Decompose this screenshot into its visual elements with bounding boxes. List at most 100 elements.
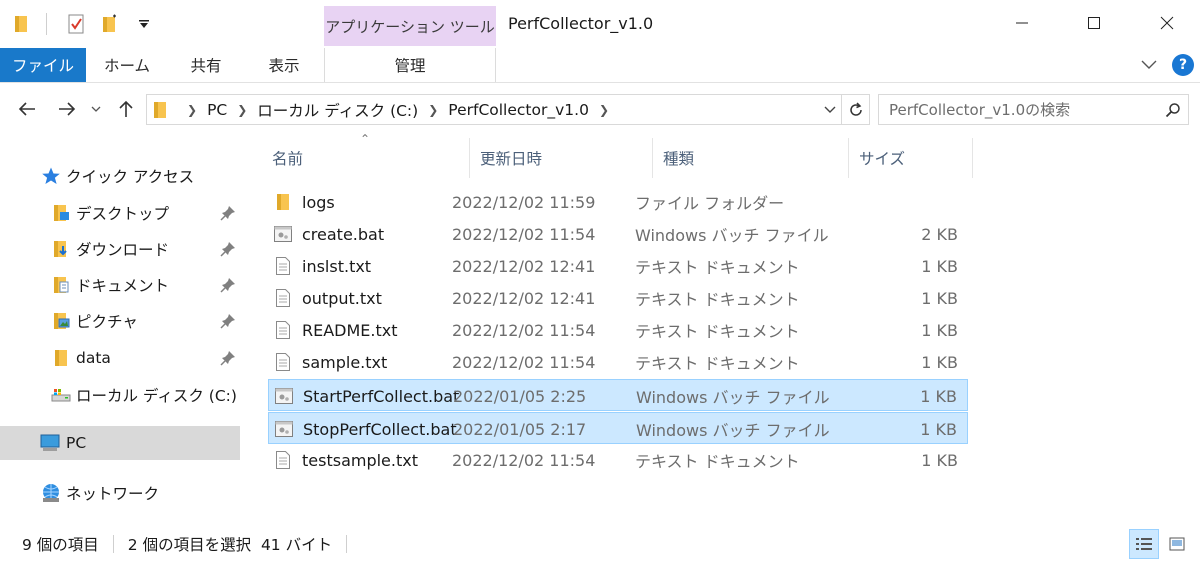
file-row[interactable]: create.bat 2022/12/02 11:54 Windows バッチ … bbox=[268, 218, 968, 250]
breadcrumb: ❯ PC ❯ ローカル ディスク (C:) ❯ PerfCollector_v1… bbox=[147, 99, 819, 121]
file-row[interactable]: inslst.txt 2022/12/02 12:41 テキスト ドキュメント … bbox=[268, 250, 968, 282]
file-row[interactable]: logs 2022/12/02 11:59 ファイル フォルダー bbox=[268, 186, 968, 218]
details-view-icon[interactable] bbox=[1129, 529, 1159, 559]
file-name: inslst.txt bbox=[302, 256, 372, 276]
nav-data[interactable]: data bbox=[0, 341, 240, 375]
expand-ribbon-chevron-icon[interactable] bbox=[1138, 50, 1160, 80]
help-icon[interactable]: ? bbox=[1172, 54, 1194, 76]
file-name-cell: create.bat bbox=[272, 218, 384, 250]
window-title: PerfCollector_v1.0 bbox=[508, 14, 654, 33]
search-icon[interactable] bbox=[1158, 102, 1188, 118]
file-date: 2022/12/02 12:41 bbox=[452, 288, 596, 308]
file-date: 2022/12/02 11:59 bbox=[452, 192, 596, 212]
file-name-cell: README.txt bbox=[272, 314, 398, 346]
file-row[interactable]: sample.txt 2022/12/02 11:54 テキスト ドキュメント … bbox=[268, 346, 968, 378]
address-history-chevron-icon[interactable] bbox=[819, 95, 841, 124]
file-name-cell: output.txt bbox=[272, 282, 382, 314]
file-row[interactable]: README.txt 2022/12/02 11:54 テキスト ドキュメント … bbox=[268, 314, 968, 346]
title-bar: アプリケーション ツール PerfCollector_v1.0 bbox=[0, 0, 1200, 48]
tab-file[interactable]: ファイル bbox=[0, 48, 86, 82]
file-type: Windows バッチ ファイル bbox=[636, 388, 830, 407]
file-date: 2022/12/02 11:54 bbox=[452, 450, 596, 470]
nav-pictures[interactable]: ピクチャ bbox=[0, 304, 240, 338]
file-name-cell: inslst.txt bbox=[272, 250, 371, 282]
minimize-button[interactable] bbox=[995, 0, 1049, 46]
file-row[interactable]: testsample.txt 2022/12/02 11:54 テキスト ドキュ… bbox=[268, 444, 968, 476]
back-arrow-icon[interactable] bbox=[12, 94, 42, 124]
file-name: README.txt bbox=[302, 320, 398, 340]
navigation-pane: クイック アクセス デスクトップ ダウンロード ドキュメント ピクチャ data… bbox=[0, 132, 240, 524]
nav-network[interactable]: ネットワーク bbox=[0, 476, 240, 510]
large-icons-view-icon[interactable] bbox=[1162, 529, 1192, 559]
search-box[interactable] bbox=[878, 94, 1189, 125]
folder-icon bbox=[6, 9, 36, 39]
tab-home[interactable]: ホーム bbox=[88, 48, 166, 82]
file-row[interactable]: StopPerfCollect.bat 2022/01/05 2:17 Wind… bbox=[268, 412, 968, 444]
file-name: StartPerfCollect.bat bbox=[303, 386, 460, 406]
pictures-folder-icon bbox=[50, 310, 72, 332]
nav-pc[interactable]: PC bbox=[0, 426, 240, 460]
chevron-right-icon[interactable]: ❯ bbox=[599, 103, 609, 117]
nav-downloads[interactable]: ダウンロード bbox=[0, 232, 240, 266]
breadcrumb-item-local-disk[interactable]: ローカル ディスク (C:) bbox=[257, 99, 418, 121]
chevron-right-icon[interactable]: ❯ bbox=[237, 103, 247, 117]
star-icon bbox=[40, 165, 62, 187]
column-header-type[interactable]: 種類 bbox=[653, 138, 849, 178]
nav-local-disk[interactable]: ローカル ディスク (C:) bbox=[0, 378, 240, 412]
address-bar[interactable]: ❯ PC ❯ ローカル ディスク (C:) ❯ PerfCollector_v1… bbox=[146, 94, 870, 125]
selection-info: 2 個の項目を選択 41 バイト bbox=[127, 536, 333, 554]
pin-icon[interactable] bbox=[220, 277, 236, 297]
pin-icon[interactable] bbox=[220, 205, 236, 225]
nav-documents[interactable]: ドキュメント bbox=[0, 268, 240, 302]
up-arrow-icon[interactable] bbox=[112, 94, 140, 124]
file-size: 1 KB bbox=[921, 320, 958, 340]
text-file-icon bbox=[272, 449, 294, 471]
chevron-right-icon[interactable]: ❯ bbox=[187, 103, 197, 117]
file-type: テキスト ドキュメント bbox=[635, 322, 800, 341]
quick-access-toolbar bbox=[0, 0, 159, 48]
tab-view[interactable]: 表示 bbox=[246, 48, 322, 82]
breadcrumb-item-pc[interactable]: PC bbox=[207, 101, 227, 119]
status-divider bbox=[346, 535, 348, 553]
breadcrumb-item-perfcollector[interactable]: PerfCollector_v1.0 bbox=[448, 101, 589, 119]
column-header-date[interactable]: 更新日時 bbox=[470, 138, 653, 178]
refresh-icon[interactable] bbox=[841, 95, 869, 124]
nav-desktop[interactable]: デスクトップ bbox=[0, 196, 240, 230]
file-type: ファイル フォルダー bbox=[635, 194, 785, 213]
column-header-name[interactable]: 名前 bbox=[262, 138, 470, 178]
documents-folder-icon bbox=[50, 274, 72, 296]
file-type: Windows バッチ ファイル bbox=[635, 226, 829, 245]
file-row[interactable]: StartPerfCollect.bat 2022/01/05 2:25 Win… bbox=[268, 379, 968, 411]
maximize-button[interactable] bbox=[1067, 0, 1121, 46]
folder-icon bbox=[50, 347, 72, 369]
batch-file-icon bbox=[273, 418, 295, 440]
file-name-cell: logs bbox=[272, 186, 335, 218]
nav-quick-access[interactable]: クイック アクセス bbox=[0, 159, 240, 193]
file-row[interactable]: output.txt 2022/12/02 12:41 テキスト ドキュメント … bbox=[268, 282, 968, 314]
customize-dropdown-icon[interactable] bbox=[129, 9, 159, 39]
close-button[interactable] bbox=[1140, 0, 1194, 46]
pin-icon[interactable] bbox=[220, 241, 236, 261]
recent-locations-chevron-icon[interactable] bbox=[88, 94, 104, 124]
drive-icon bbox=[50, 384, 72, 406]
file-name-cell: sample.txt bbox=[272, 346, 387, 378]
new-folder-icon[interactable] bbox=[95, 9, 125, 39]
pin-icon[interactable] bbox=[220, 350, 236, 370]
forward-arrow-icon[interactable] bbox=[52, 94, 82, 124]
downloads-folder-icon bbox=[50, 238, 72, 260]
file-size: 1 KB bbox=[921, 256, 958, 276]
file-date: 2022/12/02 11:54 bbox=[452, 352, 596, 372]
search-input[interactable] bbox=[879, 100, 1158, 119]
column-header-size[interactable]: サイズ bbox=[849, 138, 973, 178]
file-type: テキスト ドキュメント bbox=[635, 452, 800, 471]
file-type: テキスト ドキュメント bbox=[635, 290, 800, 309]
nav-item-label: ダウンロード bbox=[76, 241, 170, 259]
chevron-right-icon[interactable]: ❯ bbox=[428, 103, 438, 117]
file-date: 2022/01/05 2:25 bbox=[453, 386, 587, 406]
file-size: 1 KB bbox=[920, 386, 957, 406]
network-icon bbox=[40, 482, 62, 504]
tab-manage[interactable]: 管理 bbox=[324, 48, 496, 82]
pin-icon[interactable] bbox=[220, 313, 236, 333]
properties-icon[interactable] bbox=[61, 9, 91, 39]
tab-share[interactable]: 共有 bbox=[168, 48, 244, 82]
